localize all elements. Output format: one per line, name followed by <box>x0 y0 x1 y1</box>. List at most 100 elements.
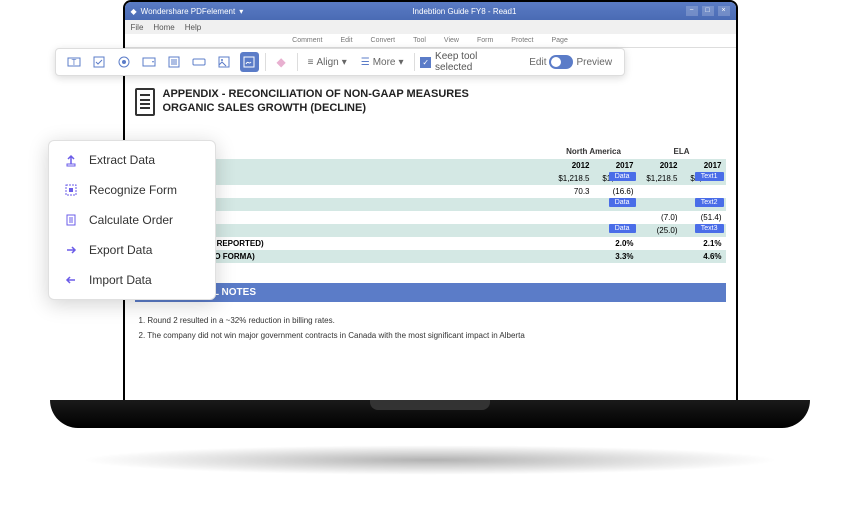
data-cell <box>550 211 594 224</box>
data-cell: (16.6) <box>594 185 638 198</box>
data-cell: Text2 <box>682 198 726 211</box>
year-cell: 2017 <box>594 159 638 172</box>
menu-import-data[interactable]: Import Data <box>49 265 215 295</box>
table-row: GROWTH RATE (PRO FORMA)3.3%4.6% <box>135 250 726 263</box>
data-cell: (51.4) <box>682 211 726 224</box>
table-row: S70.3(16.6) <box>135 185 726 198</box>
tab-comment[interactable]: Comment <box>292 37 322 44</box>
list-tool[interactable] <box>164 52 183 72</box>
titlebar: ◆ Wondershare PDFelement ▾ Indebtion Gui… <box>125 2 736 20</box>
document-viewport: APPENDIX - RECONCILIATION OF NON-GAAP ME… <box>125 48 736 400</box>
signature-tool[interactable] <box>240 52 259 72</box>
image-tool[interactable] <box>214 52 233 72</box>
tab-edit[interactable]: Edit <box>340 37 352 44</box>
tab-protect[interactable]: Protect <box>511 37 533 44</box>
tab-page[interactable]: Page <box>551 37 567 44</box>
chevron-down-icon: ▾ <box>342 57 347 68</box>
form-field-tag[interactable]: Text1 <box>695 172 724 181</box>
data-cell <box>638 250 682 263</box>
keep-tool-checkbox[interactable]: ✓ Keep tool selected <box>420 51 513 73</box>
data-cell: (25.0) <box>638 224 682 237</box>
form-field-tag[interactable]: Text2 <box>695 198 724 207</box>
close-button[interactable]: × <box>718 6 730 16</box>
form-toolbar: T ◆ ≡ Align ▾ ☰ More ▾ ✓ Keep tool selec… <box>55 48 625 76</box>
svg-text:T: T <box>71 58 76 67</box>
data-cell <box>550 224 594 237</box>
data-cell <box>682 185 726 198</box>
menubar: File Home Help <box>125 20 736 34</box>
eraser-tool[interactable]: ◆ <box>272 52 291 72</box>
app-logo-icon: ◆ <box>131 7 137 16</box>
data-cell: $1,218.5 <box>638 172 682 185</box>
radio-tool[interactable] <box>114 52 133 72</box>
tab-tool[interactable]: Tool <box>413 37 426 44</box>
align-dropdown[interactable]: ≡ Align ▾ <box>304 57 351 68</box>
extract-icon <box>63 152 79 168</box>
year-cell: 2012 <box>638 159 682 172</box>
menu-home[interactable]: Home <box>153 23 174 32</box>
calculate-icon <box>63 212 79 228</box>
maximize-button[interactable]: □ <box>702 6 714 16</box>
data-cell: 2.1% <box>682 237 726 250</box>
form-field-tag[interactable]: Text3 <box>695 224 724 233</box>
menu-export-data[interactable]: Export Data <box>49 235 215 265</box>
text-field-tool[interactable]: T <box>64 52 83 72</box>
chevron-down-icon: ▾ <box>399 57 404 68</box>
form-field-tag[interactable]: Data <box>609 172 636 181</box>
region-header-1: North America <box>550 144 638 159</box>
table-row: EXCHANGEDataText2 <box>135 198 726 211</box>
data-cell <box>638 237 682 250</box>
tabbar: Comment Edit Convert Tool View Form Prot… <box>125 34 736 48</box>
menu-calculate-order[interactable]: Calculate Order <box>49 205 215 235</box>
note-line: 1. Round 2 resulted in a ~32% reduction … <box>139 316 722 325</box>
data-cell: $1,218.5 <box>550 172 594 185</box>
region-header-2: ELA <box>638 144 726 159</box>
notes-header: CONFIDENTIAL NOTES <box>135 283 726 302</box>
tab-view[interactable]: View <box>444 37 459 44</box>
data-cell: 4.6% <box>682 250 726 263</box>
form-field-tag[interactable]: Data <box>609 224 636 233</box>
data-cell: 3.3% <box>594 250 638 263</box>
edit-preview-toggle[interactable]: Edit Preview <box>525 55 616 69</box>
recognize-icon <box>63 182 79 198</box>
checkbox-tool[interactable] <box>89 52 108 72</box>
data-cell: 2.0% <box>594 237 638 250</box>
data-cell: $1,342.2Data <box>594 172 638 185</box>
data-cell <box>638 185 682 198</box>
table-row: EAR(7.0)(51.4) <box>135 211 726 224</box>
data-cell: Text3 <box>682 224 726 237</box>
document-name: Indebtion Guide FY8 - Read1 <box>243 7 685 16</box>
table-row: GROWTH RATE (AS REPORTED)2.0%2.1% <box>135 237 726 250</box>
year-cell: 2017 <box>682 159 726 172</box>
align-icon: ≡ <box>308 57 314 68</box>
year-cell: 2012 <box>550 159 594 172</box>
data-cell <box>550 237 594 250</box>
tab-form[interactable]: Form <box>477 37 493 44</box>
form-field-tag[interactable]: Data <box>609 198 636 207</box>
form-dropdown-menu: Extract Data Recognize Form Calculate Or… <box>48 140 216 300</box>
chair-icon <box>135 88 155 116</box>
menu-file[interactable]: File <box>131 23 144 32</box>
data-cell: $1,342.2Text1 <box>682 172 726 185</box>
data-cell <box>638 198 682 211</box>
table-row: Data(25.0) Text3 <box>135 224 726 237</box>
data-cell <box>594 211 638 224</box>
minimize-button[interactable]: − <box>686 6 698 16</box>
tab-convert[interactable]: Convert <box>371 37 396 44</box>
toggle-switch[interactable] <box>549 55 573 69</box>
export-icon <box>63 242 79 258</box>
menu-recognize-form[interactable]: Recognize Form <box>49 175 215 205</box>
data-cell: Data <box>594 198 638 211</box>
menu-extract-data[interactable]: Extract Data <box>49 145 215 175</box>
more-dropdown[interactable]: ☰ More ▾ <box>357 57 408 68</box>
note-line: 2. The company did not win major governm… <box>139 331 722 340</box>
data-table: North America ELA 2012 2017 2012 2017 EN… <box>135 144 726 263</box>
menu-icon: ☰ <box>361 57 370 68</box>
combo-tool[interactable] <box>139 52 158 72</box>
app-name: Wondershare PDFelement <box>141 7 236 16</box>
notes-body: 1. Round 2 resulted in a ~32% reduction … <box>135 302 726 360</box>
table-row: ENTS$1,218.5$1,342.2Data$1,218.5$1,342.2… <box>135 172 726 185</box>
data-cell <box>550 250 594 263</box>
button-tool[interactable] <box>189 52 208 72</box>
menu-help[interactable]: Help <box>185 23 201 32</box>
